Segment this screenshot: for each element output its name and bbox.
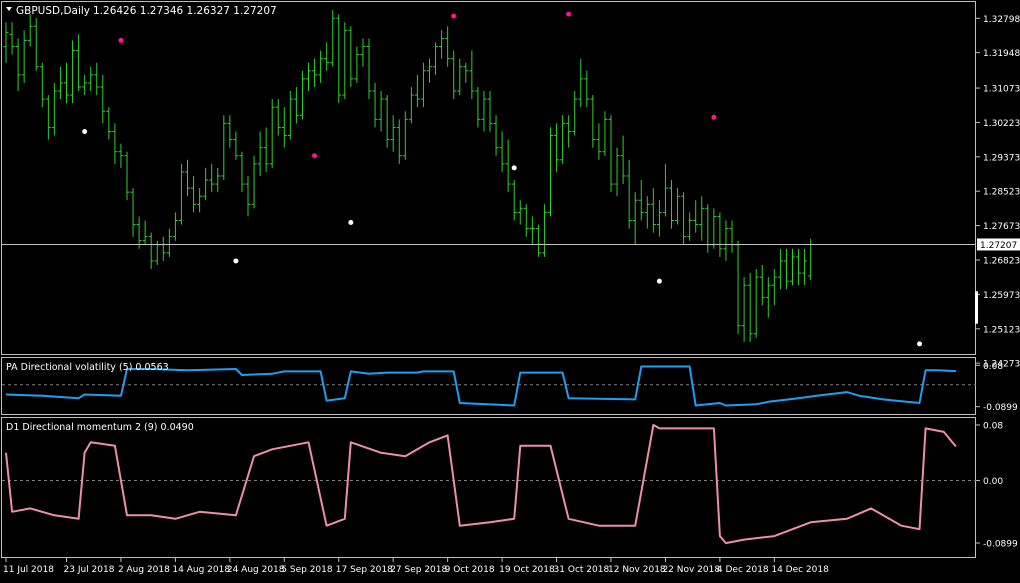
time-tick-label: 2 Aug 2018 xyxy=(118,565,170,575)
indicator-tick-label: -0.0899 xyxy=(983,540,1018,550)
volatility-title: PA Directional volatility (5) 0.0563 xyxy=(6,362,169,373)
chart-canvas[interactable]: 1.32798 1.31948 1.31073 1.30223 1.29373 1.285… xyxy=(0,0,1020,579)
magenta-signal-dot xyxy=(711,114,717,120)
magenta-signal-dot xyxy=(312,153,318,159)
indicator-tick-label: 0.08 xyxy=(983,421,1003,431)
momentum-title: D1 Directional momentum 2 (9) 0.0490 xyxy=(6,422,194,433)
time-tick-label: 17 Sep 2018 xyxy=(336,565,393,575)
indicator-tick-label: 0.08 xyxy=(983,362,1003,372)
price-tick-label: 1.31073 xyxy=(983,85,1020,95)
chart-header[interactable]: GBPUSD,Daily 1.26426 1.27346 1.26327 1.2… xyxy=(6,5,277,17)
price-tick-label: 1.31948 xyxy=(983,49,1020,59)
time-tick-label: 31 Oct 2018 xyxy=(554,565,610,575)
time-tick-label: 22 Nov 2018 xyxy=(662,565,720,575)
price-tick-label: 1.26823 xyxy=(983,257,1020,267)
time-tick-label: 23 Jul 2018 xyxy=(64,565,115,575)
indicator-tick-label: -0.0899 xyxy=(983,403,1018,413)
magenta-signal-dot xyxy=(451,13,457,19)
time-tick-label: 5 Sep 2018 xyxy=(281,565,333,575)
time-tick-label: 24 Aug 2018 xyxy=(227,565,285,575)
white-signal-dot xyxy=(917,341,923,347)
time-tick-label: 4 Dec 2018 xyxy=(717,565,769,575)
price-tick-label: 1.27673 xyxy=(983,222,1020,232)
white-signal-dot xyxy=(233,258,239,264)
white-signal-dot xyxy=(348,220,354,226)
scroll-shift-marker xyxy=(975,291,978,324)
ohlc-readout: 1.26426 1.27346 1.26327 1.27207 xyxy=(93,5,277,17)
price-tick-label: 1.29373 xyxy=(983,153,1020,163)
price-tick-label: 1.28523 xyxy=(983,188,1020,198)
price-tick-label: 1.25123 xyxy=(983,325,1020,335)
white-signal-dot xyxy=(656,278,662,284)
white-signal-dot xyxy=(82,128,88,134)
indicator-tick-label: 0.00 xyxy=(983,477,1003,487)
time-tick-label: 11 Jul 2018 xyxy=(3,565,54,575)
chart-background xyxy=(0,0,1020,579)
time-tick-label: 27 Sep 2018 xyxy=(390,565,447,575)
magenta-signal-dot xyxy=(566,11,572,17)
price-tick-label: 1.30223 xyxy=(983,119,1020,129)
price-tick-label: 1.32798 xyxy=(983,15,1020,25)
chart-window[interactable]: 1.32798 1.31948 1.31073 1.30223 1.29373 1.285… xyxy=(0,0,1020,579)
time-tick-label: 9 Oct 2018 xyxy=(445,565,495,575)
time-tick-label: 14 Dec 2018 xyxy=(771,565,829,575)
time-tick-label: 14 Aug 2018 xyxy=(172,565,230,575)
magenta-signal-dot xyxy=(118,37,124,43)
time-tick-label: 12 Nov 2018 xyxy=(608,565,666,575)
time-tick-label: 19 Oct 2018 xyxy=(499,565,555,575)
current-price-label: 1.27207 xyxy=(980,241,1017,251)
price-tick-label: 1.25973 xyxy=(983,291,1020,301)
symbol-label: GBPUSD,Daily xyxy=(16,5,90,17)
white-signal-dot xyxy=(511,165,517,171)
